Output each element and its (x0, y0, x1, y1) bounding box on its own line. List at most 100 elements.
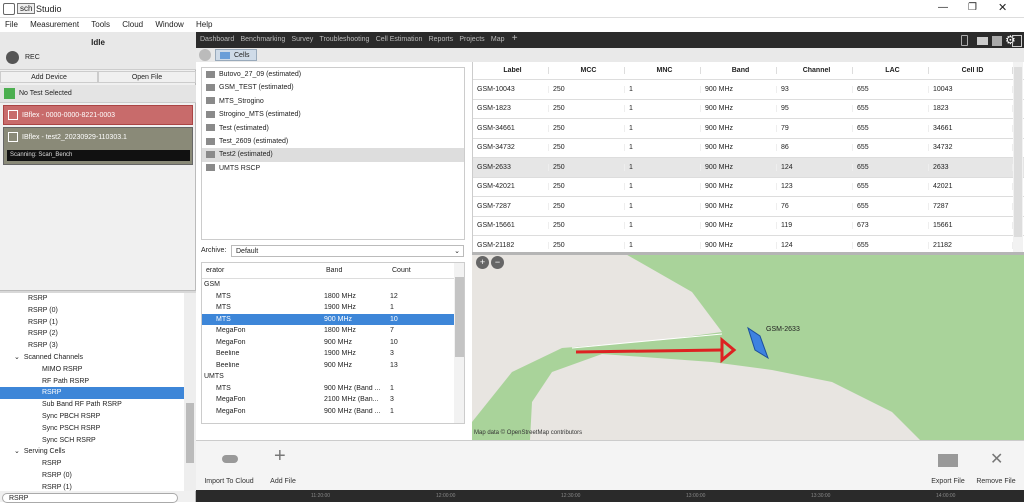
tree-item[interactable]: MIMO RSRP (0, 364, 184, 376)
file-item[interactable]: Strogino_MTS (estimated) (202, 108, 464, 121)
back-icon[interactable] (199, 49, 211, 61)
expand-toggle-icon[interactable]: ⌄ (14, 448, 20, 455)
screen-icon[interactable] (992, 36, 1002, 46)
col-count[interactable]: Count (388, 267, 448, 274)
tab-reports[interactable]: Reports (427, 32, 456, 47)
zoom-out-button[interactable]: − (491, 256, 504, 269)
table-row[interactable]: GSM-34732 250 1 900 MHz 86 655 34732 (473, 139, 1024, 158)
menu-measurement[interactable]: Measurement (25, 18, 84, 31)
tree-item[interactable]: RSRP (1) (0, 317, 184, 329)
device-card[interactable]: IBflex - 0000-0000-8221-0003 (3, 105, 193, 125)
file-item[interactable]: Butovo_27_09 (estimated) (202, 68, 464, 81)
tree-item[interactable]: RF Path RSRP (0, 376, 184, 388)
table-row[interactable]: GSM-10043 250 1 900 MHz 93 655 10043 (473, 80, 1024, 100)
open-file-button[interactable]: Open File (98, 71, 196, 83)
operator-row[interactable]: MegaFon 1800 MHz 7 (202, 325, 464, 337)
operator-row[interactable]: MTS 1800 MHz 12 (202, 291, 464, 303)
file-item[interactable]: GSM_TEST (estimated) (202, 81, 464, 94)
record-icon[interactable] (6, 51, 19, 64)
column-header[interactable]: Label (473, 67, 549, 74)
tree-item[interactable]: Sync PBCH RSRP (0, 411, 184, 423)
file-item[interactable]: MTS_Strogino (202, 95, 464, 108)
tree-item[interactable]: ⌄ Serving Cells (0, 446, 184, 458)
expand-toggle-icon[interactable]: ⌄ (14, 354, 20, 361)
tree-item[interactable]: ⌄ Scanned Channels (0, 352, 184, 364)
tab-troubleshooting[interactable]: Troubleshooting (318, 32, 372, 47)
export-file-button[interactable]: Export File (926, 445, 970, 487)
column-header[interactable]: Cell ID (929, 67, 1013, 74)
tree-item[interactable]: RSRP (0, 458, 184, 470)
close-icon[interactable]: ✕ (998, 1, 1007, 14)
col-operator[interactable]: erator (202, 267, 322, 274)
add-file-button[interactable]: + Add File (262, 445, 304, 487)
tab-map[interactable]: Map (489, 32, 507, 47)
operator-scrollbar[interactable] (454, 263, 464, 423)
col-band[interactable]: Band (322, 267, 388, 274)
menu-window[interactable]: Window (150, 18, 188, 31)
file-item[interactable]: Test_2609 (estimated) (202, 135, 464, 148)
tree-item[interactable]: Sync PSCH RSRP (0, 423, 184, 435)
tree-item[interactable]: RSRP (0, 387, 184, 400)
phone-icon[interactable] (961, 35, 968, 46)
mail-icon[interactable] (977, 37, 988, 45)
tree-item[interactable]: RSRP (0, 293, 184, 305)
column-header[interactable]: MNC (625, 67, 701, 74)
table-row[interactable]: GSM-42021 250 1 900 MHz 123 655 42021 (473, 178, 1024, 197)
tab-dashboard[interactable]: Dashboard (198, 32, 236, 47)
menu-cloud[interactable]: Cloud (117, 18, 148, 31)
tab-survey[interactable]: Survey (289, 32, 315, 47)
operator-row[interactable]: Beeline 900 MHz 13 (202, 360, 464, 372)
tree-item[interactable]: RSRP (2) (0, 328, 184, 340)
remove-file-button[interactable]: ✕ Remove File (972, 445, 1020, 487)
operator-row[interactable]: MegaFon 2100 MHz (Ban... 3 (202, 394, 464, 406)
scrollbar-thumb[interactable] (1014, 67, 1022, 237)
file-item[interactable]: Test2 (estimated) (202, 148, 464, 162)
table-row[interactable]: GSM-34661 250 1 900 MHz 79 655 34661 (473, 119, 1024, 139)
operator-row[interactable]: Beeline 1900 MHz 3 (202, 348, 464, 360)
tree-item[interactable]: RSRP (0) (0, 305, 184, 317)
menu-help[interactable]: Help (191, 18, 217, 31)
archive-select[interactable]: Default ⌄ (231, 245, 464, 257)
file-item[interactable]: UMTS RSCP (202, 162, 464, 175)
test-selector[interactable]: No Test Selected (0, 85, 196, 103)
scrollbar-thumb[interactable] (186, 403, 194, 463)
tree-item[interactable]: RSRP (0) (0, 470, 184, 482)
table-row[interactable]: GSM-21182 250 1 900 MHz 124 655 21182 (473, 236, 1024, 252)
tree-item[interactable]: RSRP (3) (0, 340, 184, 352)
cells-scrollbar[interactable] (1013, 62, 1023, 252)
operator-row[interactable]: MegaFon 900 MHz 10 (202, 337, 464, 349)
add-tab-button[interactable]: + (509, 32, 521, 45)
column-header[interactable]: Band (701, 67, 777, 74)
minimize-icon[interactable]: — (938, 2, 948, 13)
file-item[interactable]: Test (estimated) (202, 122, 464, 135)
column-header[interactable]: LAC (853, 67, 929, 74)
timeline-bar[interactable]: 11:20:00 12:00:00 12:30:00 13:00:00 13:30:00… (196, 490, 1024, 502)
tab-cell-estimation[interactable]: Cell Estimation (374, 32, 425, 47)
maximize-icon[interactable]: ❐ (968, 2, 977, 13)
scrollbar-thumb[interactable] (455, 277, 464, 357)
table-row[interactable]: GSM-1823 250 1 900 MHz 95 655 1823 (473, 100, 1024, 119)
operator-row[interactable]: MegaFon 900 MHz (Band ... 1 (202, 406, 464, 418)
tree-item[interactable]: RSRP (1) (0, 482, 184, 491)
operator-row[interactable]: MTS 900 MHz (Band ... 1 (202, 383, 464, 395)
table-row[interactable]: GSM-7287 250 1 900 MHz 76 655 7287 (473, 197, 1024, 217)
operator-row[interactable]: MTS 900 MHz 10 (202, 313, 464, 325)
zoom-in-button[interactable]: + (476, 256, 489, 269)
table-row[interactable]: GSM-15661 250 1 900 MHz 119 673 15661 (473, 217, 1024, 236)
import-to-cloud-button[interactable]: Import To Cloud (200, 445, 258, 487)
operator-row[interactable]: GSM (202, 279, 464, 291)
tree-item[interactable]: Sync SCH RSRP (0, 435, 184, 447)
add-device-button[interactable]: Add Device (0, 71, 98, 83)
layout-icon[interactable] (1012, 35, 1022, 47)
menu-file[interactable]: File (0, 18, 23, 31)
device-card[interactable]: IBflex - test2_20230929-110303.1 Scannin… (3, 127, 193, 165)
tab-projects[interactable]: Projects (457, 32, 486, 47)
operator-row[interactable]: UMTS (202, 371, 464, 383)
tree-item[interactable]: Sub Band RF Path RSRP (0, 399, 184, 411)
menu-tools[interactable]: Tools (86, 18, 115, 31)
table-row[interactable]: GSM-2633 250 1 900 MHz 124 655 2633 (473, 158, 1024, 178)
column-header[interactable]: Channel (777, 67, 853, 74)
tree-scrollbar[interactable] (184, 293, 196, 491)
crumb-cells[interactable]: Cells (215, 49, 257, 61)
map-view[interactable]: GSM-2633 + − Map data © OpenStreetMap co… (472, 252, 1024, 440)
